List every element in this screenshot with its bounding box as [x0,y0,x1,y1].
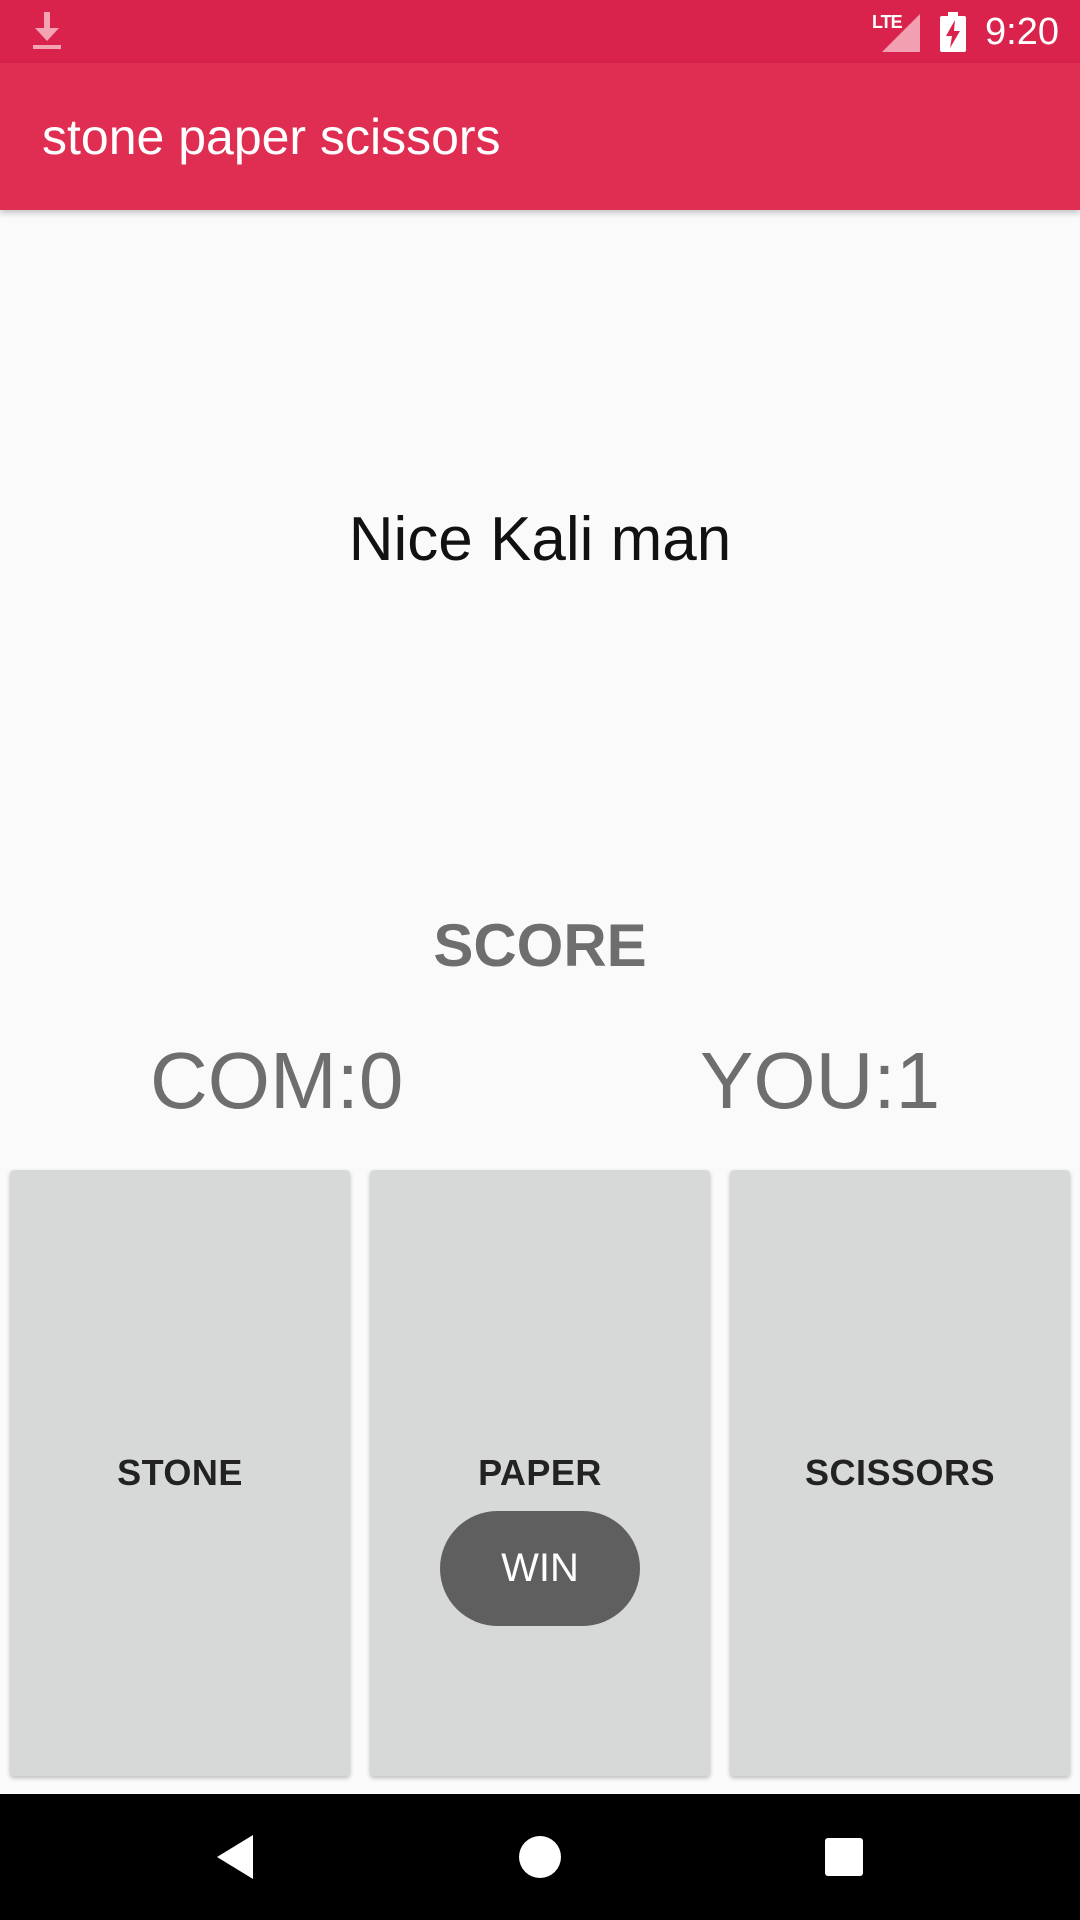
status-bar: LTE 9:20 [0,0,1080,63]
screen: LTE 9:20 stone paper scissors Nice Kali … [0,0,1080,1920]
download-icon [33,12,61,49]
scissors-button[interactable]: SCISSORS [730,1170,1070,1776]
player-score: YOU:1 [700,1036,941,1125]
recents-button[interactable] [814,1827,874,1887]
recents-icon [825,1838,863,1876]
home-button[interactable] [510,1827,570,1887]
back-icon [217,1835,253,1879]
result-toast: WIN [440,1511,640,1626]
paper-button[interactable]: PAPER [370,1170,710,1776]
back-button[interactable] [205,1827,265,1887]
clock: 9:20 [985,11,1059,53]
result-message: Nice Kali man [348,505,732,574]
scissors-button-label: SCISSORS [804,1452,996,1493]
score-title: SCORE [433,912,647,979]
computer-score: COM:0 [150,1036,404,1125]
navigation-bar [0,1794,1080,1920]
app-bar: stone paper scissors [0,63,1080,210]
app-title: stone paper scissors [42,109,501,165]
home-icon [519,1836,561,1878]
stone-button[interactable]: STONE [10,1170,350,1776]
paper-button-label: PAPER [478,1452,602,1493]
stone-button-label: STONE [117,1452,243,1493]
signal-icon [882,14,920,52]
battery-charging-icon [940,12,966,52]
